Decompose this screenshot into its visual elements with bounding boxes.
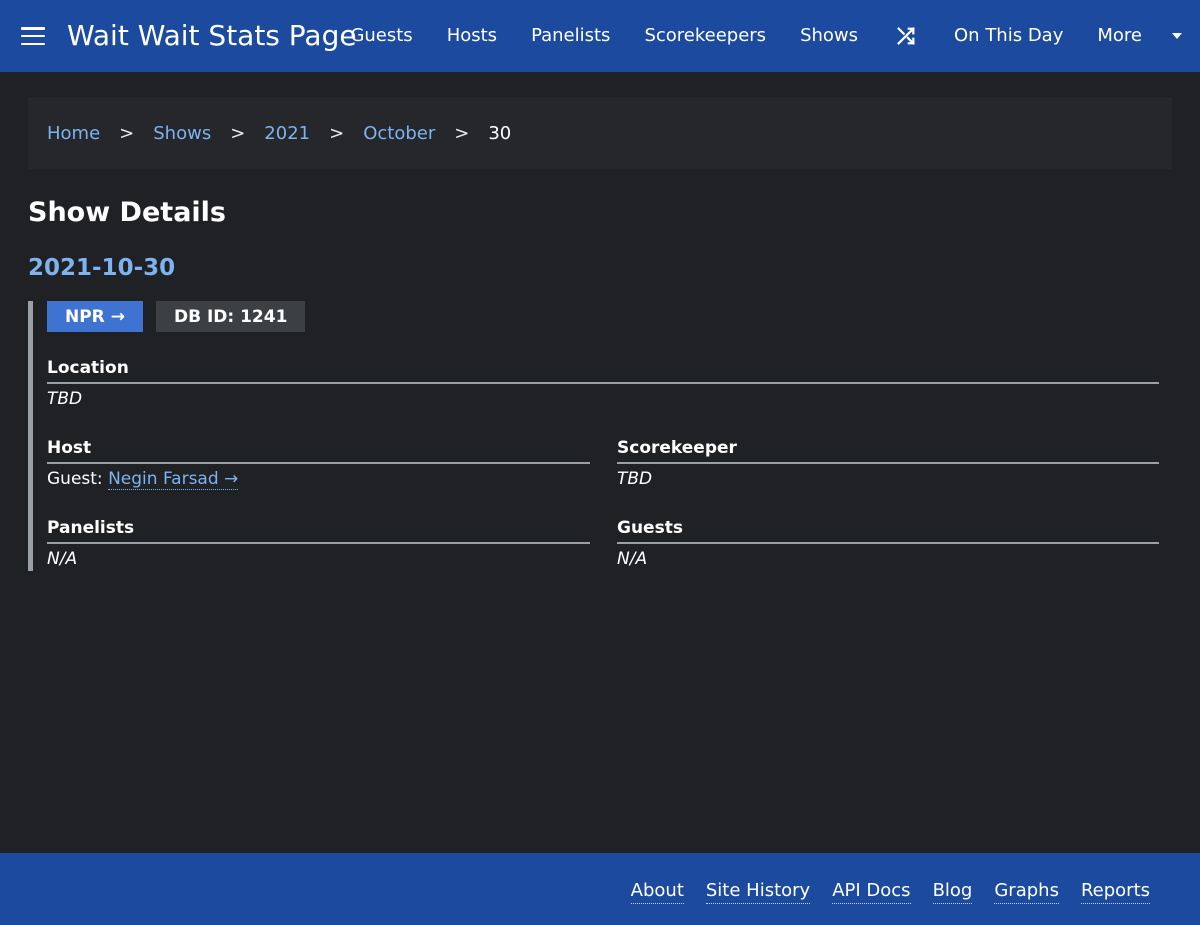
panelists-value: N/A [47,549,78,569]
footer-link-reports[interactable]: Reports [1080,879,1150,904]
breadcrumb-separator: > [454,122,470,144]
footer-link-site-history[interactable]: Site History [705,879,811,904]
site-title[interactable]: Wait Wait Stats Page [67,18,357,54]
scorekeeper-label: Scorekeeper [617,437,1159,464]
host-name-link[interactable]: Negin Farsad → [108,469,239,490]
breadcrumb-separator: > [329,122,345,144]
shuffle-icon[interactable] [875,0,937,72]
guests-field: Guests N/A [617,517,1159,570]
location-field: Location TBD [47,357,1159,410]
show-date-link[interactable]: 2021-10-30 [28,253,175,283]
nav-panelists[interactable]: Panelists [514,0,627,72]
nav-guests[interactable]: Guests [333,0,429,72]
location-value: TBD [47,389,83,409]
footer-links: About Site History API Docs Blog Graphs … [630,879,1150,904]
top-navbar: Wait Wait Stats Page Guests Hosts Paneli… [0,0,1200,72]
badge-row: NPR → DB ID: 1241 [47,301,306,332]
panelists-field: Panelists N/A [47,517,590,570]
breadcrumb-year[interactable]: 2021 [264,123,310,144]
scorekeeper-field: Scorekeeper TBD [617,437,1159,490]
caret-down-icon [1172,33,1182,39]
guests-value: N/A [617,549,648,569]
db-id-badge: DB ID: 1241 [155,301,306,332]
page-title: Show Details [28,197,226,228]
panelists-label: Panelists [47,517,590,544]
nav-hosts[interactable]: Hosts [430,0,514,72]
location-label: Location [47,357,1159,384]
nav-more-label: More [1097,25,1142,46]
host-value: Guest: Negin Farsad → [47,468,590,490]
nav-scorekeepers[interactable]: Scorekeepers [627,0,783,72]
breadcrumb-current-day: 30 [488,122,512,144]
breadcrumb-month[interactable]: October [363,123,435,144]
nav-more-dropdown[interactable]: More [1080,0,1200,72]
show-details-panel: NPR → DB ID: 1241 Location TBD Host Gues… [28,301,1160,571]
breadcrumb: Home > Shows > 2021 > October > 30 [28,97,1172,169]
host-prefix: Guest: [47,469,103,489]
footer: About Site History API Docs Blog Graphs … [0,853,1200,925]
hamburger-menu-icon[interactable] [21,27,45,45]
breadcrumb-separator: > [230,122,246,144]
guests-label: Guests [617,517,1159,544]
nav-on-this-day[interactable]: On This Day [937,0,1080,72]
scorekeeper-value: TBD [617,469,653,489]
breadcrumb-shows[interactable]: Shows [153,123,211,144]
footer-link-graphs[interactable]: Graphs [994,879,1059,904]
footer-link-about[interactable]: About [630,879,684,904]
main-nav: Guests Hosts Panelists Scorekeepers Show… [333,0,1200,72]
footer-link-blog[interactable]: Blog [932,879,973,904]
breadcrumb-home[interactable]: Home [47,123,100,144]
breadcrumb-separator: > [119,122,135,144]
host-field: Host Guest: Negin Farsad → [47,437,590,490]
host-label: Host [47,437,590,464]
footer-link-api-docs[interactable]: API Docs [832,879,911,904]
npr-link-button[interactable]: NPR → [47,301,143,332]
nav-shows[interactable]: Shows [783,0,875,72]
